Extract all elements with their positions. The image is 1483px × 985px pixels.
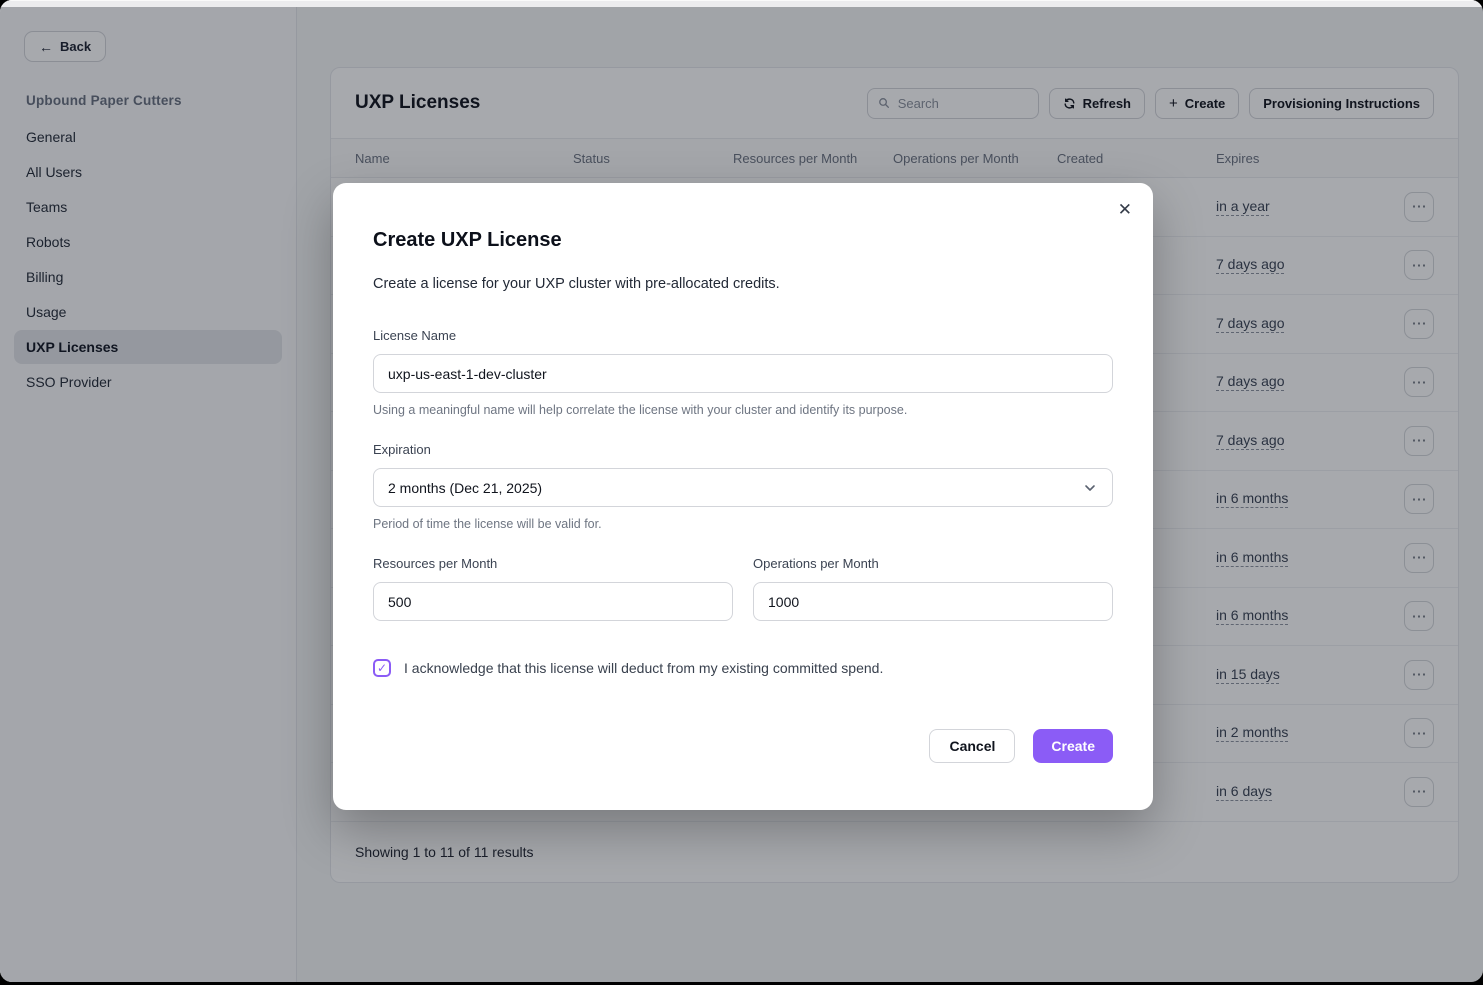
resources-field[interactable] [373,582,733,621]
expiration-label: Expiration [373,442,1113,458]
acknowledge-row: ✓ I acknowledge that this license will d… [373,659,1113,677]
cancel-button[interactable]: Cancel [929,729,1015,763]
app-window: ← Back Upbound Paper Cutters GeneralAll … [0,0,1483,982]
acknowledge-label: I acknowledge that this license will ded… [404,660,883,676]
license-name-field[interactable] [373,354,1113,393]
license-name-label: License Name [373,328,1113,344]
credits-fields-row: Resources per Month Operations per Month [373,556,1113,621]
check-icon: ✓ [377,662,387,674]
close-icon[interactable]: ✕ [1114,196,1136,224]
window-top-strip [0,0,1483,7]
modal-create-button[interactable]: Create [1033,729,1113,763]
expiration-select[interactable]: 2 months (Dec 21, 2025) [373,468,1113,507]
operations-field[interactable] [753,582,1113,621]
license-name-help: Using a meaningful name will help correl… [373,402,1113,418]
acknowledge-checkbox[interactable]: ✓ [373,659,391,677]
expiration-help: Period of time the license will be valid… [373,516,1113,532]
expiration-selected-value: 2 months (Dec 21, 2025) [388,480,542,496]
resources-field-group: Resources per Month [373,556,733,621]
modal-description: Create a license for your UXP cluster wi… [373,274,1113,294]
modal-actions: Cancel Create [373,729,1113,763]
chevron-down-icon [1082,480,1098,496]
modal-title: Create UXP License [373,226,1113,254]
create-license-modal: ✕ Create UXP License Create a license fo… [333,183,1153,810]
resources-label: Resources per Month [373,556,733,572]
operations-field-group: Operations per Month [753,556,1113,621]
operations-label: Operations per Month [753,556,1113,572]
